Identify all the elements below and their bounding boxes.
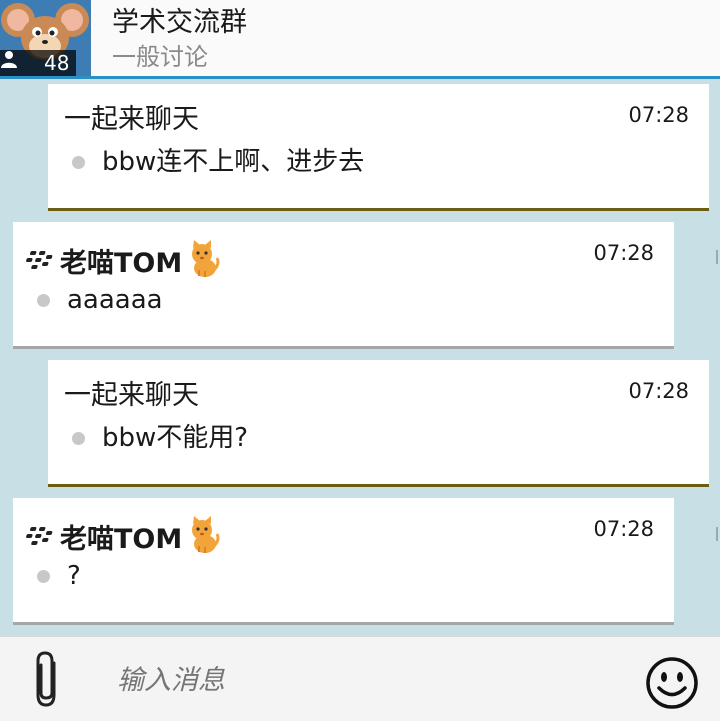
status-dot-icon [72, 431, 85, 445]
message-sender: 老喵TOM [60, 524, 183, 555]
message-text: aaaaaa [67, 285, 163, 315]
message-sender: 一起来聊天 [64, 104, 199, 135]
message-bubble[interactable]: 老喵TOM 07:28 ? [13, 498, 674, 625]
scrollbar-indicator[interactable] [716, 250, 718, 264]
message-bubble[interactable]: 一起来聊天 07:28 bbw不能用? [48, 360, 709, 487]
blackberry-icon [26, 522, 56, 558]
message-body: bbw不能用? [72, 420, 248, 456]
member-count-badge: 48 [0, 50, 76, 76]
composer-bar [0, 636, 720, 721]
message-input[interactable] [115, 659, 599, 701]
message-time: 07:28 [628, 379, 689, 403]
message-text: ? [67, 561, 81, 591]
scrollbar-indicator[interactable] [716, 527, 718, 541]
message-time: 07:28 [593, 517, 654, 541]
message-text: bbw连不上啊、进步去 [102, 147, 365, 177]
cat-emoji-icon [188, 516, 220, 564]
chat-header: 48 学术交流群 一般讨论 [0, 0, 720, 79]
member-count: 48 [44, 51, 70, 75]
cat-emoji-icon [188, 240, 220, 288]
message-time: 07:28 [593, 241, 654, 265]
message-sender: 一起来聊天 [64, 380, 199, 411]
person-icon [1, 51, 36, 72]
group-avatar[interactable]: 48 [0, 0, 91, 76]
message-body: ? [37, 558, 81, 594]
message-sender-row: 老喵TOM [26, 240, 220, 288]
blackberry-icon [26, 246, 56, 282]
paperclip-icon[interactable] [30, 649, 66, 713]
group-title: 学术交流群 [112, 7, 247, 38]
status-dot-icon [37, 569, 50, 583]
status-dot-icon [37, 293, 50, 307]
message-sender: 老喵TOM [60, 248, 183, 279]
message-body: aaaaaa [37, 282, 163, 318]
message-sender-row: 老喵TOM [26, 516, 220, 564]
group-subtitle: 一般讨论 [112, 43, 208, 71]
message-text: bbw不能用? [102, 423, 249, 453]
message-body: bbw连不上啊、进步去 [72, 144, 364, 180]
message-time: 07:28 [628, 103, 689, 127]
message-bubble[interactable]: 老喵TOM 07:28 aaaaaa [13, 222, 674, 349]
message-bubble[interactable]: 一起来聊天 07:28 bbw连不上啊、进步去 [48, 84, 709, 211]
smiley-icon[interactable] [644, 655, 700, 715]
status-dot-icon [72, 155, 85, 169]
